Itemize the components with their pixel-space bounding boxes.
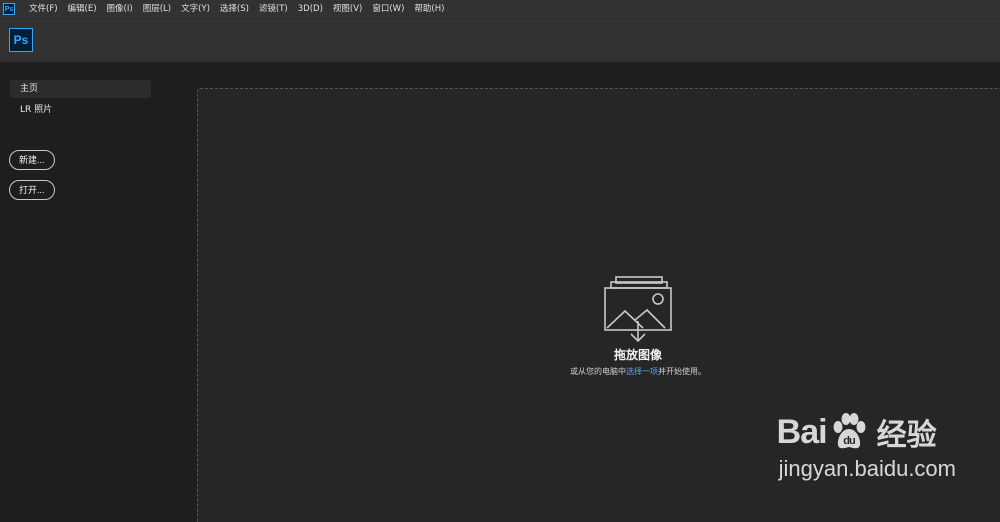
menu-help[interactable]: 帮助(H): [409, 0, 449, 18]
menu-bar: Ps 文件(F) 编辑(E) 图像(I) 图层(L) 文字(Y) 选择(S) 滤…: [0, 0, 1000, 18]
select-file-link[interactable]: 选择一项: [626, 367, 658, 376]
menu-view[interactable]: 视图(V): [328, 0, 367, 18]
watermark-brand-left: Bai: [776, 412, 828, 451]
menu-image[interactable]: 图像(I): [102, 0, 138, 18]
drop-zone-subtitle-text: 或从您的电脑中: [570, 367, 626, 376]
menu-type[interactable]: 文字(Y): [176, 0, 215, 18]
ps-logo[interactable]: Ps: [9, 28, 33, 52]
drop-zone-subtitle-end: 并开始使用。: [658, 367, 706, 376]
baidu-jingyan-watermark: Bai du 经验 jingyan.baidu.com: [777, 410, 956, 482]
image-drop-icon: [604, 276, 672, 343]
sidebar-item-lr-photos[interactable]: LR 照片: [10, 101, 151, 119]
new-button[interactable]: 新建...: [9, 150, 55, 170]
svg-text:du: du: [843, 435, 855, 447]
menu-select[interactable]: 选择(S): [215, 0, 254, 18]
menu-filter[interactable]: 滤镜(T): [254, 0, 293, 18]
menu-window[interactable]: 窗口(W): [367, 0, 409, 18]
baidu-paw-icon: du: [833, 413, 866, 449]
ps-app-icon[interactable]: Ps: [3, 3, 15, 15]
drop-zone-title: 拖放图像: [613, 348, 662, 362]
open-button[interactable]: 打开...: [9, 180, 55, 200]
menu-file[interactable]: 文件(F): [23, 0, 63, 18]
watermark-url: jingyan.baidu.com: [778, 456, 956, 481]
drop-zone-subtitle: 或从您的电脑中选择一项并开始使用。: [198, 366, 1000, 377]
drop-zone-content: 拖放图像 或从您的电脑中选择一项并开始使用。: [198, 275, 1000, 377]
sidebar: 主页 LR 照片: [10, 80, 151, 122]
menu-3d[interactable]: 3D(D): [293, 0, 328, 18]
menu-layer[interactable]: 图层(L): [138, 0, 176, 18]
watermark-brand-right: 经验: [876, 419, 937, 452]
app-header: Ps: [0, 18, 1000, 62]
sidebar-item-home[interactable]: 主页: [10, 80, 151, 98]
menu-edit[interactable]: 编辑(E): [63, 0, 102, 18]
